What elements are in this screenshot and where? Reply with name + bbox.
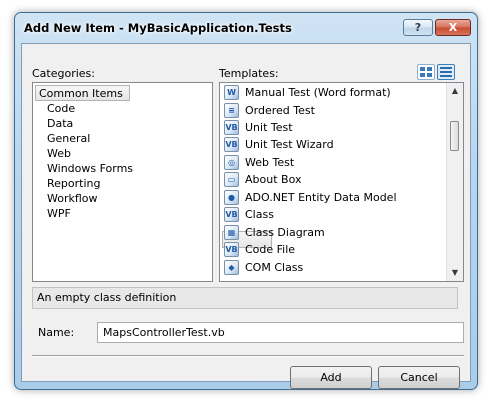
help-button[interactable]: ? xyxy=(403,19,433,36)
web-test-icon: ◎ xyxy=(224,155,239,170)
template-item[interactable]: ▭ About Box xyxy=(224,171,301,188)
small-icons-view-button[interactable] xyxy=(437,64,455,80)
template-item-label: Unit Test Wizard xyxy=(245,138,334,151)
unit-test-wizard-icon: VB xyxy=(224,137,239,152)
template-item[interactable]: ≡ Ordered Test xyxy=(224,102,315,119)
dialog-window: Add New Item - MyBasicApplication.Tests … xyxy=(14,12,478,390)
entity-data-model-icon: ● xyxy=(224,190,239,205)
template-item[interactable]: ▦ Class Diagram xyxy=(224,224,325,241)
category-item[interactable]: Workflow xyxy=(47,191,98,206)
templates-label: Templates: xyxy=(219,67,279,80)
scroll-down-arrow-icon[interactable]: ▼ xyxy=(447,266,463,280)
template-item-label: Ordered Test xyxy=(245,104,315,117)
template-item[interactable]: W Manual Test (Word format) xyxy=(224,84,391,101)
scroll-thumb[interactable] xyxy=(450,121,459,151)
cancel-button[interactable]: Cancel xyxy=(378,366,460,389)
categories-label: Categories: xyxy=(32,67,95,80)
category-item[interactable]: WPF xyxy=(47,206,71,221)
template-item-label: About Box xyxy=(245,173,302,186)
class-icon: VB xyxy=(224,207,239,222)
unit-test-icon: VB xyxy=(224,120,239,135)
template-description: An empty class definition xyxy=(32,287,458,309)
template-item-label: Code File xyxy=(245,243,296,256)
class-diagram-icon: ▦ xyxy=(224,225,239,240)
manual-test-icon: W xyxy=(224,85,239,100)
name-label: Name: xyxy=(38,326,75,339)
category-item[interactable]: General xyxy=(47,131,90,146)
about-box-icon: ▭ xyxy=(224,172,239,187)
category-item[interactable]: Data xyxy=(47,116,73,131)
scroll-up-arrow-icon[interactable]: ▲ xyxy=(447,84,463,98)
com-class-icon: ◆ xyxy=(224,260,239,275)
template-item[interactable]: ◎ Web Test xyxy=(224,154,294,171)
template-item[interactable]: VB Class xyxy=(224,206,274,223)
template-item[interactable]: VB Unit Test xyxy=(224,119,293,136)
template-item[interactable]: VB Unit Test Wizard xyxy=(224,136,334,153)
template-item-label: Web Test xyxy=(245,156,295,169)
large-icons-view-button[interactable] xyxy=(417,64,435,80)
list-view-icon xyxy=(440,67,452,77)
category-item[interactable]: Common Items xyxy=(39,86,123,101)
category-item[interactable]: Code xyxy=(47,101,75,116)
templates-scrollbar[interactable]: ▲ ▼ xyxy=(446,83,463,281)
template-item[interactable]: VB Code File xyxy=(224,241,295,258)
name-input[interactable]: MapsControllerTest.vb xyxy=(97,322,464,343)
title-bar[interactable]: Add New Item - MyBasicApplication.Tests … xyxy=(15,13,477,43)
code-file-icon: VB xyxy=(224,242,239,257)
template-item-label: ADO.NET Entity Data Model xyxy=(245,191,397,204)
template-item-label: COM Class xyxy=(245,261,304,274)
category-item[interactable]: Web xyxy=(47,146,71,161)
categories-list[interactable]: Common Items Code Data General Web Windo… xyxy=(32,82,213,282)
template-item-label: Manual Test (Word format) xyxy=(245,86,391,99)
separator xyxy=(32,355,464,357)
template-item-label: Class xyxy=(245,208,274,221)
template-item[interactable]: ◆ COM Class xyxy=(224,259,303,276)
category-item[interactable]: Windows Forms xyxy=(47,161,133,176)
ordered-test-icon: ≡ xyxy=(224,103,239,118)
category-item[interactable]: Reporting xyxy=(47,176,100,191)
add-button[interactable]: Add xyxy=(290,366,372,389)
dialog-client-area: Categories: Templates: Common Items Code… xyxy=(21,43,471,389)
templates-list[interactable]: W Manual Test (Word format) ≡ Ordered Te… xyxy=(219,82,464,282)
template-item[interactable]: ● ADO.NET Entity Data Model xyxy=(224,189,397,206)
template-item-label: Unit Test xyxy=(245,121,293,134)
window-title: Add New Item - MyBasicApplication.Tests xyxy=(24,21,292,35)
template-item-label: Class Diagram xyxy=(245,226,325,239)
large-icons-icon xyxy=(420,67,432,77)
close-button[interactable]: X xyxy=(435,19,471,36)
